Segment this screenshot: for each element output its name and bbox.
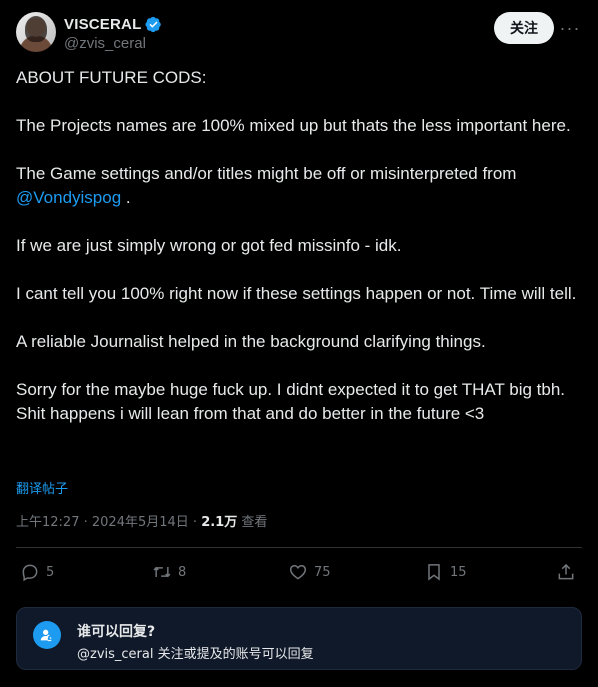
tweet-time[interactable]: 上午12:27 xyxy=(16,515,79,530)
mention-link[interactable]: @Vondyispog xyxy=(16,188,121,207)
tweet-paragraph: A reliable Journalist helped in the back… xyxy=(16,332,486,351)
tweet-paragraph: If we are just simply wrong or got fed m… xyxy=(16,236,402,255)
meta-separator: · xyxy=(79,515,92,530)
tweet-paragraph: The Projects names are 100% mixed up but… xyxy=(16,116,571,135)
share-icon xyxy=(558,563,574,580)
tweet-text-segment: . xyxy=(121,188,131,207)
repost-count: 8 xyxy=(178,564,187,580)
reply-restriction-subtitle: @zvis_ceral 关注或提及的账号可以回复 xyxy=(77,647,314,662)
verified-badge-icon xyxy=(145,16,162,32)
meta-separator: · xyxy=(188,515,202,530)
views-label: 查看 xyxy=(237,515,268,530)
tweet-text-segment: The Game settings and/or titles might be… xyxy=(16,164,517,183)
more-options-icon[interactable]: ··· xyxy=(558,16,582,40)
views-count: 2.1万 xyxy=(201,515,238,530)
tweet-header: VISCERAL @zvis_ceral 关注 ··· xyxy=(16,12,582,56)
tweet-paragraph: Sorry for the maybe huge fuck up. I didn… xyxy=(16,380,566,423)
reply-restriction-box: 谁可以回复? @zvis_ceral 关注或提及的账号可以回复 xyxy=(16,607,582,670)
bookmark-count: 15 xyxy=(450,564,467,580)
mention-person-icon xyxy=(33,621,61,649)
author-name-row[interactable]: VISCERAL xyxy=(64,14,162,34)
repost-icon xyxy=(153,566,171,578)
translate-post-link[interactable]: 翻译帖子 xyxy=(16,478,68,497)
tweet-text: ABOUT FUTURE CODS: The Projects names ar… xyxy=(16,66,582,426)
reply-icon xyxy=(22,564,38,582)
bookmark-button[interactable]: 15 xyxy=(424,560,467,584)
tweet-paragraph: ABOUT FUTURE CODS: xyxy=(16,68,207,87)
avatar[interactable] xyxy=(16,12,56,52)
share-button[interactable] xyxy=(556,560,576,584)
tweet-meta: 上午12:27 · 2024年5月14日 · 2.1万 查看 xyxy=(16,511,267,530)
divider xyxy=(16,547,582,548)
heart-icon xyxy=(289,564,307,580)
tweet-paragraph: I cant tell you 100% right now if these … xyxy=(16,284,577,303)
reply-restriction-title: 谁可以回复? xyxy=(77,624,156,640)
like-count: 75 xyxy=(314,564,331,580)
reply-count: 5 xyxy=(46,564,55,580)
tweet-actions: 5 8 75 15 xyxy=(16,560,582,586)
author-name[interactable]: VISCERAL xyxy=(64,16,141,33)
reply-button[interactable]: 5 xyxy=(20,560,54,584)
like-button[interactable]: 75 xyxy=(288,560,331,584)
author-handle[interactable]: @zvis_ceral xyxy=(64,35,146,52)
tweet-paragraph: The Game settings and/or titles might be… xyxy=(16,162,582,210)
repost-button[interactable]: 8 xyxy=(152,560,186,584)
follow-button[interactable]: 关注 xyxy=(494,12,554,44)
tweet-date[interactable]: 2024年5月14日 xyxy=(92,515,189,530)
bookmark-icon xyxy=(428,564,440,581)
